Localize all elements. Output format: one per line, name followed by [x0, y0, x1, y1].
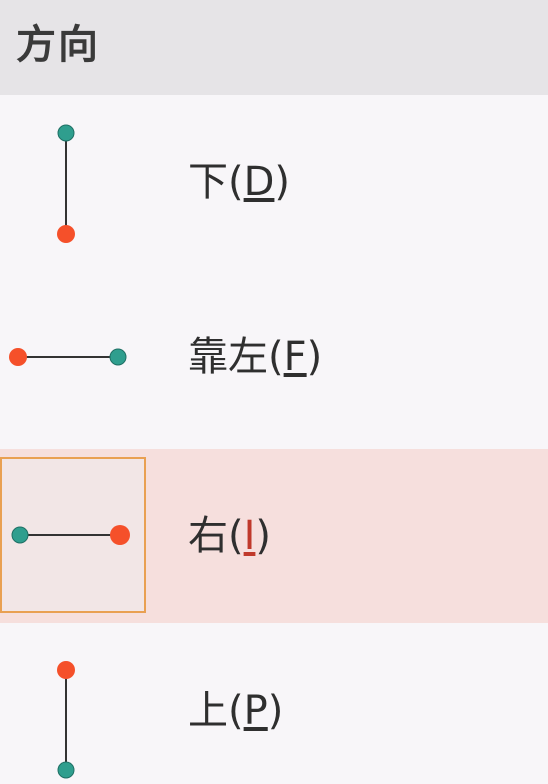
- menu-item-up[interactable]: 上(P): [0, 624, 548, 784]
- menu-item-label: 靠左(F): [188, 334, 323, 380]
- direction-menu: 方向 下(D) 靠左(F) 右(I) 上(P): [0, 0, 548, 784]
- menu-header: 方向: [0, 0, 548, 95]
- direction-down-icon: [0, 103, 146, 259]
- menu-item-label: 下(D): [188, 159, 291, 205]
- menu-item-label: 右(I): [188, 513, 272, 559]
- direction-right-icon: [0, 457, 146, 613]
- menu-item-right[interactable]: 右(I): [0, 449, 548, 623]
- menu-item-left[interactable]: 靠左(F): [0, 270, 548, 444]
- menu-title: 方向: [16, 22, 100, 68]
- direction-left-icon: [0, 278, 146, 434]
- menu-item-label: 上(P): [188, 688, 284, 734]
- direction-up-icon: [0, 632, 146, 784]
- menu-item-down[interactable]: 下(D): [0, 95, 548, 269]
